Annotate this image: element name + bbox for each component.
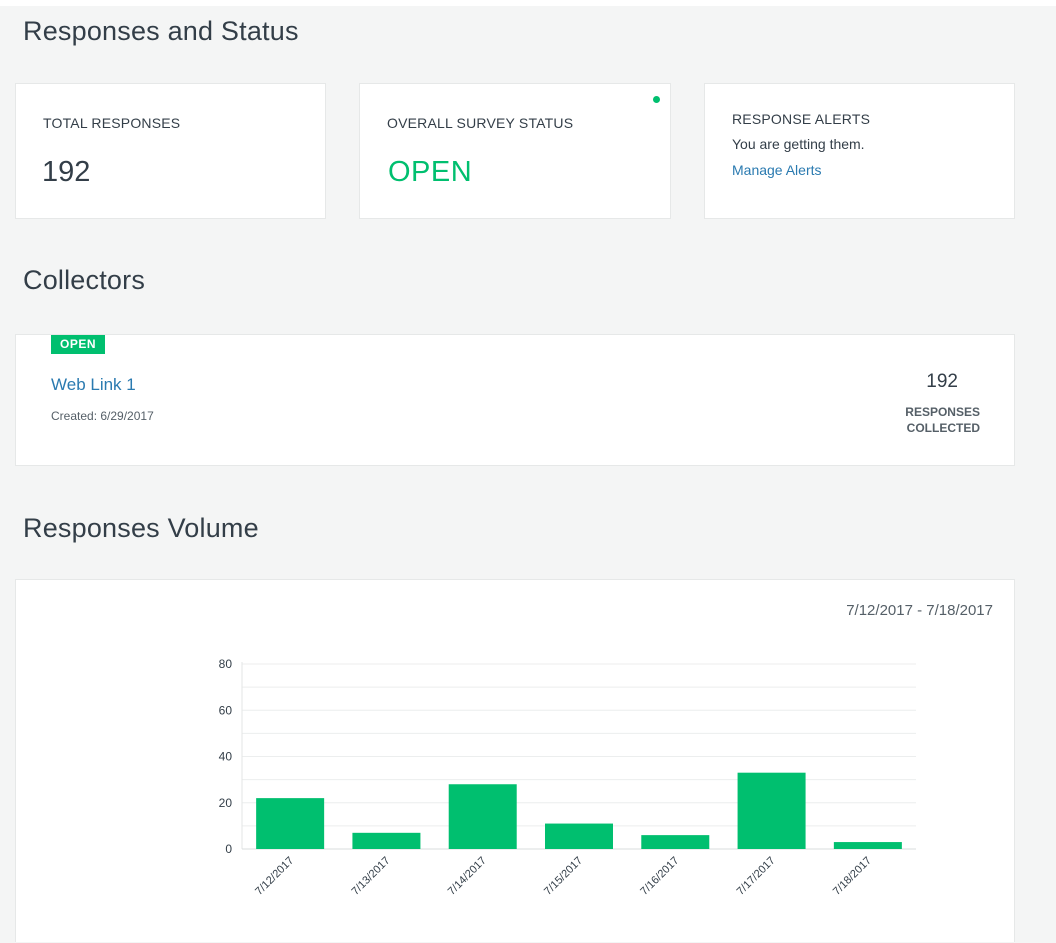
collector-created-date: Created: 6/29/2017	[51, 409, 154, 423]
response-alerts-text: You are getting them.	[732, 136, 865, 152]
response-alerts-label: RESPONSE ALERTS	[732, 111, 871, 127]
x-tick-label: 7/15/2017	[542, 855, 585, 898]
x-tick-label: 7/12/2017	[253, 855, 296, 898]
status-indicator-dot	[653, 96, 660, 103]
total-responses-label: TOTAL RESPONSES	[43, 115, 181, 131]
section-title-responses-status: Responses and Status	[23, 16, 299, 46]
x-tick-label: 7/14/2017	[446, 855, 489, 898]
y-tick-label: 80	[219, 657, 233, 671]
section-title-collectors: Collectors	[23, 265, 146, 295]
collector-status-badge: OPEN	[51, 335, 106, 354]
bar	[545, 823, 613, 849]
bar	[641, 835, 710, 849]
responses-volume-card: 7/12/2017 - 7/18/2017 0 20 40 60 80 7/12/2017…	[15, 579, 1015, 942]
y-tick-label: 0	[225, 842, 232, 856]
x-tick-label: 7/18/2017	[831, 855, 874, 898]
responses-volume-chart: 0 20 40 60 80 7/12/2017 7/13/2017 7/14/2017 7/15…	[219, 657, 916, 898]
y-tick-label: 20	[219, 796, 233, 810]
response-alerts-card: RESPONSE ALERTS You are getting them. Ma…	[704, 83, 1015, 219]
total-responses-card: TOTAL RESPONSES 192	[15, 83, 326, 219]
bar	[833, 842, 902, 849]
top-strip	[0, 0, 1056, 6]
x-tick-label: 7/16/2017	[638, 855, 681, 898]
bar	[737, 772, 806, 849]
total-responses-value: 192	[42, 156, 91, 188]
bar	[256, 798, 325, 849]
bar	[448, 784, 517, 849]
survey-status-label: OVERALL SURVEY STATUS	[387, 115, 574, 131]
collector-name-link[interactable]: Web Link 1	[51, 375, 136, 395]
collector-card: OPEN Web Link 1 Created: 6/29/2017 192 R…	[15, 334, 1015, 466]
survey-status-value: OPEN	[388, 156, 473, 188]
responses-collected-count: 192	[926, 371, 958, 392]
responses-collected-label: RESPONSES COLLECTED	[905, 405, 980, 435]
x-tick-label: 7/17/2017	[735, 855, 778, 898]
y-tick-label: 60	[219, 703, 233, 717]
bar	[352, 832, 421, 849]
section-title-responses-volume: Responses Volume	[23, 513, 259, 543]
survey-status-card: OVERALL SURVEY STATUS OPEN	[359, 83, 671, 219]
x-tick-label: 7/13/2017	[349, 855, 392, 898]
manage-alerts-link[interactable]: Manage Alerts	[732, 162, 822, 178]
y-tick-label: 40	[219, 750, 233, 764]
